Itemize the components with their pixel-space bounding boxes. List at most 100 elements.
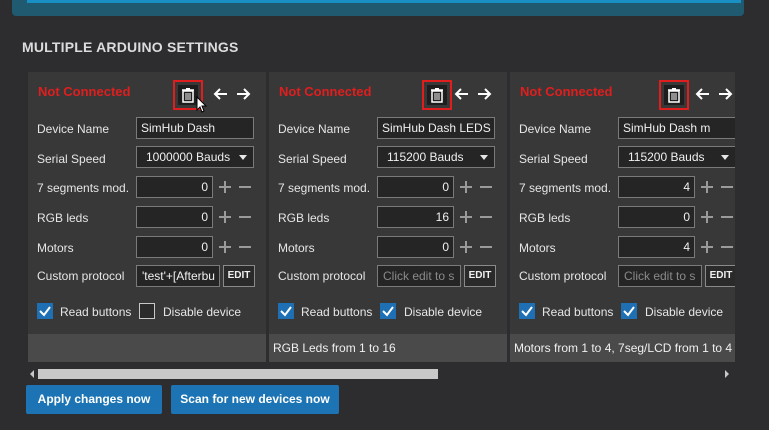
read-buttons-label: Read buttons	[60, 305, 132, 319]
custom-protocol-input[interactable]: 'test'+[Afterbu	[136, 265, 220, 287]
disable-device-label: Disable device	[163, 305, 242, 319]
rgb-leds-input[interactable]: 0	[618, 206, 695, 228]
plus-icon[interactable]	[459, 240, 473, 254]
trash-icon	[427, 85, 447, 105]
seven-segments-stepper: 0	[377, 176, 495, 198]
minus-icon[interactable]	[238, 240, 252, 254]
motors-stepper: 4	[618, 236, 735, 258]
custom-protocol-label: Custom protocol	[278, 269, 366, 283]
minus-icon[interactable]	[720, 240, 734, 254]
serial-speed-label: Serial Speed	[519, 152, 588, 166]
rgb-leds-label: RGB leds	[278, 211, 330, 225]
plus-icon[interactable]	[700, 210, 714, 224]
device-name-label: Device Name	[37, 122, 110, 136]
seven-segments-input[interactable]: 4	[618, 176, 695, 198]
plus-icon[interactable]	[218, 210, 232, 224]
move-right-icon[interactable]	[235, 86, 251, 102]
trash-icon	[178, 85, 198, 105]
card-footer: RGB Leds from 1 to 16	[269, 334, 507, 362]
device-name-label: Device Name	[278, 122, 351, 136]
seven-segments-label: 7 segments mod.	[278, 181, 371, 195]
plus-icon[interactable]	[700, 180, 714, 194]
motors-label: Motors	[37, 241, 74, 255]
scan-devices-button[interactable]: Scan for new devices now	[171, 385, 339, 414]
card-footer	[28, 334, 266, 362]
move-right-icon[interactable]	[476, 86, 492, 102]
edit-protocol-button[interactable]: EDIT	[223, 265, 255, 287]
move-left-icon[interactable]	[454, 86, 470, 102]
seven-segments-input[interactable]: 0	[377, 176, 454, 198]
plus-icon[interactable]	[459, 180, 473, 194]
top-panel-accent	[27, 0, 741, 3]
custom-protocol-input[interactable]: Click edit to s	[377, 265, 461, 287]
trash-icon	[664, 85, 684, 105]
device-card: Not Connected Device Name SimHub Dash Se…	[28, 72, 266, 362]
serial-speed-select[interactable]: 115200 Bauds	[618, 146, 735, 168]
horizontal-scrollbar[interactable]	[28, 367, 735, 381]
minus-icon[interactable]	[479, 210, 493, 224]
serial-speed-select[interactable]: 1000000 Bauds	[136, 146, 254, 168]
serial-speed-label: Serial Speed	[37, 152, 106, 166]
custom-protocol-label: Custom protocol	[519, 269, 607, 283]
apply-changes-button[interactable]: Apply changes now	[26, 385, 162, 414]
devices-carousel: Not Connected Device Name SimHub Dash Se…	[28, 72, 735, 362]
rgb-leds-input[interactable]: 16	[377, 206, 454, 228]
delete-device-button[interactable]	[422, 80, 452, 110]
chevron-down-icon	[480, 155, 488, 160]
edit-protocol-button[interactable]: EDIT	[464, 265, 496, 287]
edit-protocol-button[interactable]: EDIT	[705, 265, 735, 287]
disable-device-checkbox[interactable]	[621, 303, 637, 319]
minus-icon[interactable]	[238, 210, 252, 224]
device-name-input[interactable]: SimHub Dash m	[618, 117, 735, 139]
motors-label: Motors	[519, 241, 556, 255]
device-name-input[interactable]: SimHub Dash LEDS	[377, 117, 495, 139]
minus-icon[interactable]	[720, 210, 734, 224]
rgb-leds-label: RGB leds	[519, 211, 571, 225]
disable-device-label: Disable device	[404, 305, 483, 319]
minus-icon[interactable]	[720, 180, 734, 194]
seven-segments-input[interactable]: 0	[136, 176, 213, 198]
seven-segments-stepper: 4	[618, 176, 735, 198]
chevron-down-icon	[239, 155, 247, 160]
custom-protocol-label: Custom protocol	[37, 269, 125, 283]
scroll-right-icon[interactable]	[723, 369, 731, 379]
plus-icon[interactable]	[459, 210, 473, 224]
read-buttons-checkbox[interactable]	[37, 303, 53, 319]
motors-input[interactable]: 0	[136, 236, 213, 258]
motors-input[interactable]: 0	[377, 236, 454, 258]
move-left-icon[interactable]	[695, 86, 711, 102]
seven-segments-stepper: 0	[136, 176, 254, 198]
rgb-leds-stepper: 0	[618, 206, 735, 228]
scrollbar-thumb[interactable]	[38, 369, 438, 379]
serial-speed-value: 115200 Bauds	[387, 150, 464, 164]
disable-device-checkbox[interactable]	[380, 303, 396, 319]
delete-device-button[interactable]	[659, 80, 689, 110]
motors-stepper: 0	[377, 236, 495, 258]
minus-icon[interactable]	[479, 180, 493, 194]
card-footer: Motors from 1 to 4, 7seg/LCD from 1 to 4	[510, 334, 735, 362]
move-right-icon[interactable]	[717, 86, 733, 102]
read-buttons-label: Read buttons	[301, 305, 373, 319]
read-buttons-checkbox[interactable]	[278, 303, 294, 319]
plus-icon[interactable]	[700, 240, 714, 254]
rgb-leds-input[interactable]: 0	[136, 206, 213, 228]
disable-device-label: Disable device	[645, 305, 724, 319]
connection-status: Not Connected	[38, 84, 131, 99]
scroll-left-icon[interactable]	[28, 369, 36, 379]
custom-protocol-input[interactable]: Click edit to s	[618, 265, 702, 287]
plus-icon[interactable]	[218, 240, 232, 254]
device-name-label: Device Name	[519, 122, 592, 136]
disable-device-checkbox[interactable]	[139, 303, 155, 319]
read-buttons-checkbox[interactable]	[519, 303, 535, 319]
mouse-cursor-icon	[196, 95, 208, 114]
move-left-icon[interactable]	[213, 86, 229, 102]
device-card: Not Connected Device Name SimHub Dash m …	[510, 72, 735, 362]
serial-speed-select[interactable]: 115200 Bauds	[377, 146, 495, 168]
serial-speed-value: 1000000 Bauds	[146, 150, 231, 164]
minus-icon[interactable]	[238, 180, 252, 194]
seven-segments-label: 7 segments mod.	[37, 181, 130, 195]
minus-icon[interactable]	[479, 240, 493, 254]
plus-icon[interactable]	[218, 180, 232, 194]
motors-input[interactable]: 4	[618, 236, 695, 258]
device-name-input[interactable]: SimHub Dash	[136, 117, 254, 139]
